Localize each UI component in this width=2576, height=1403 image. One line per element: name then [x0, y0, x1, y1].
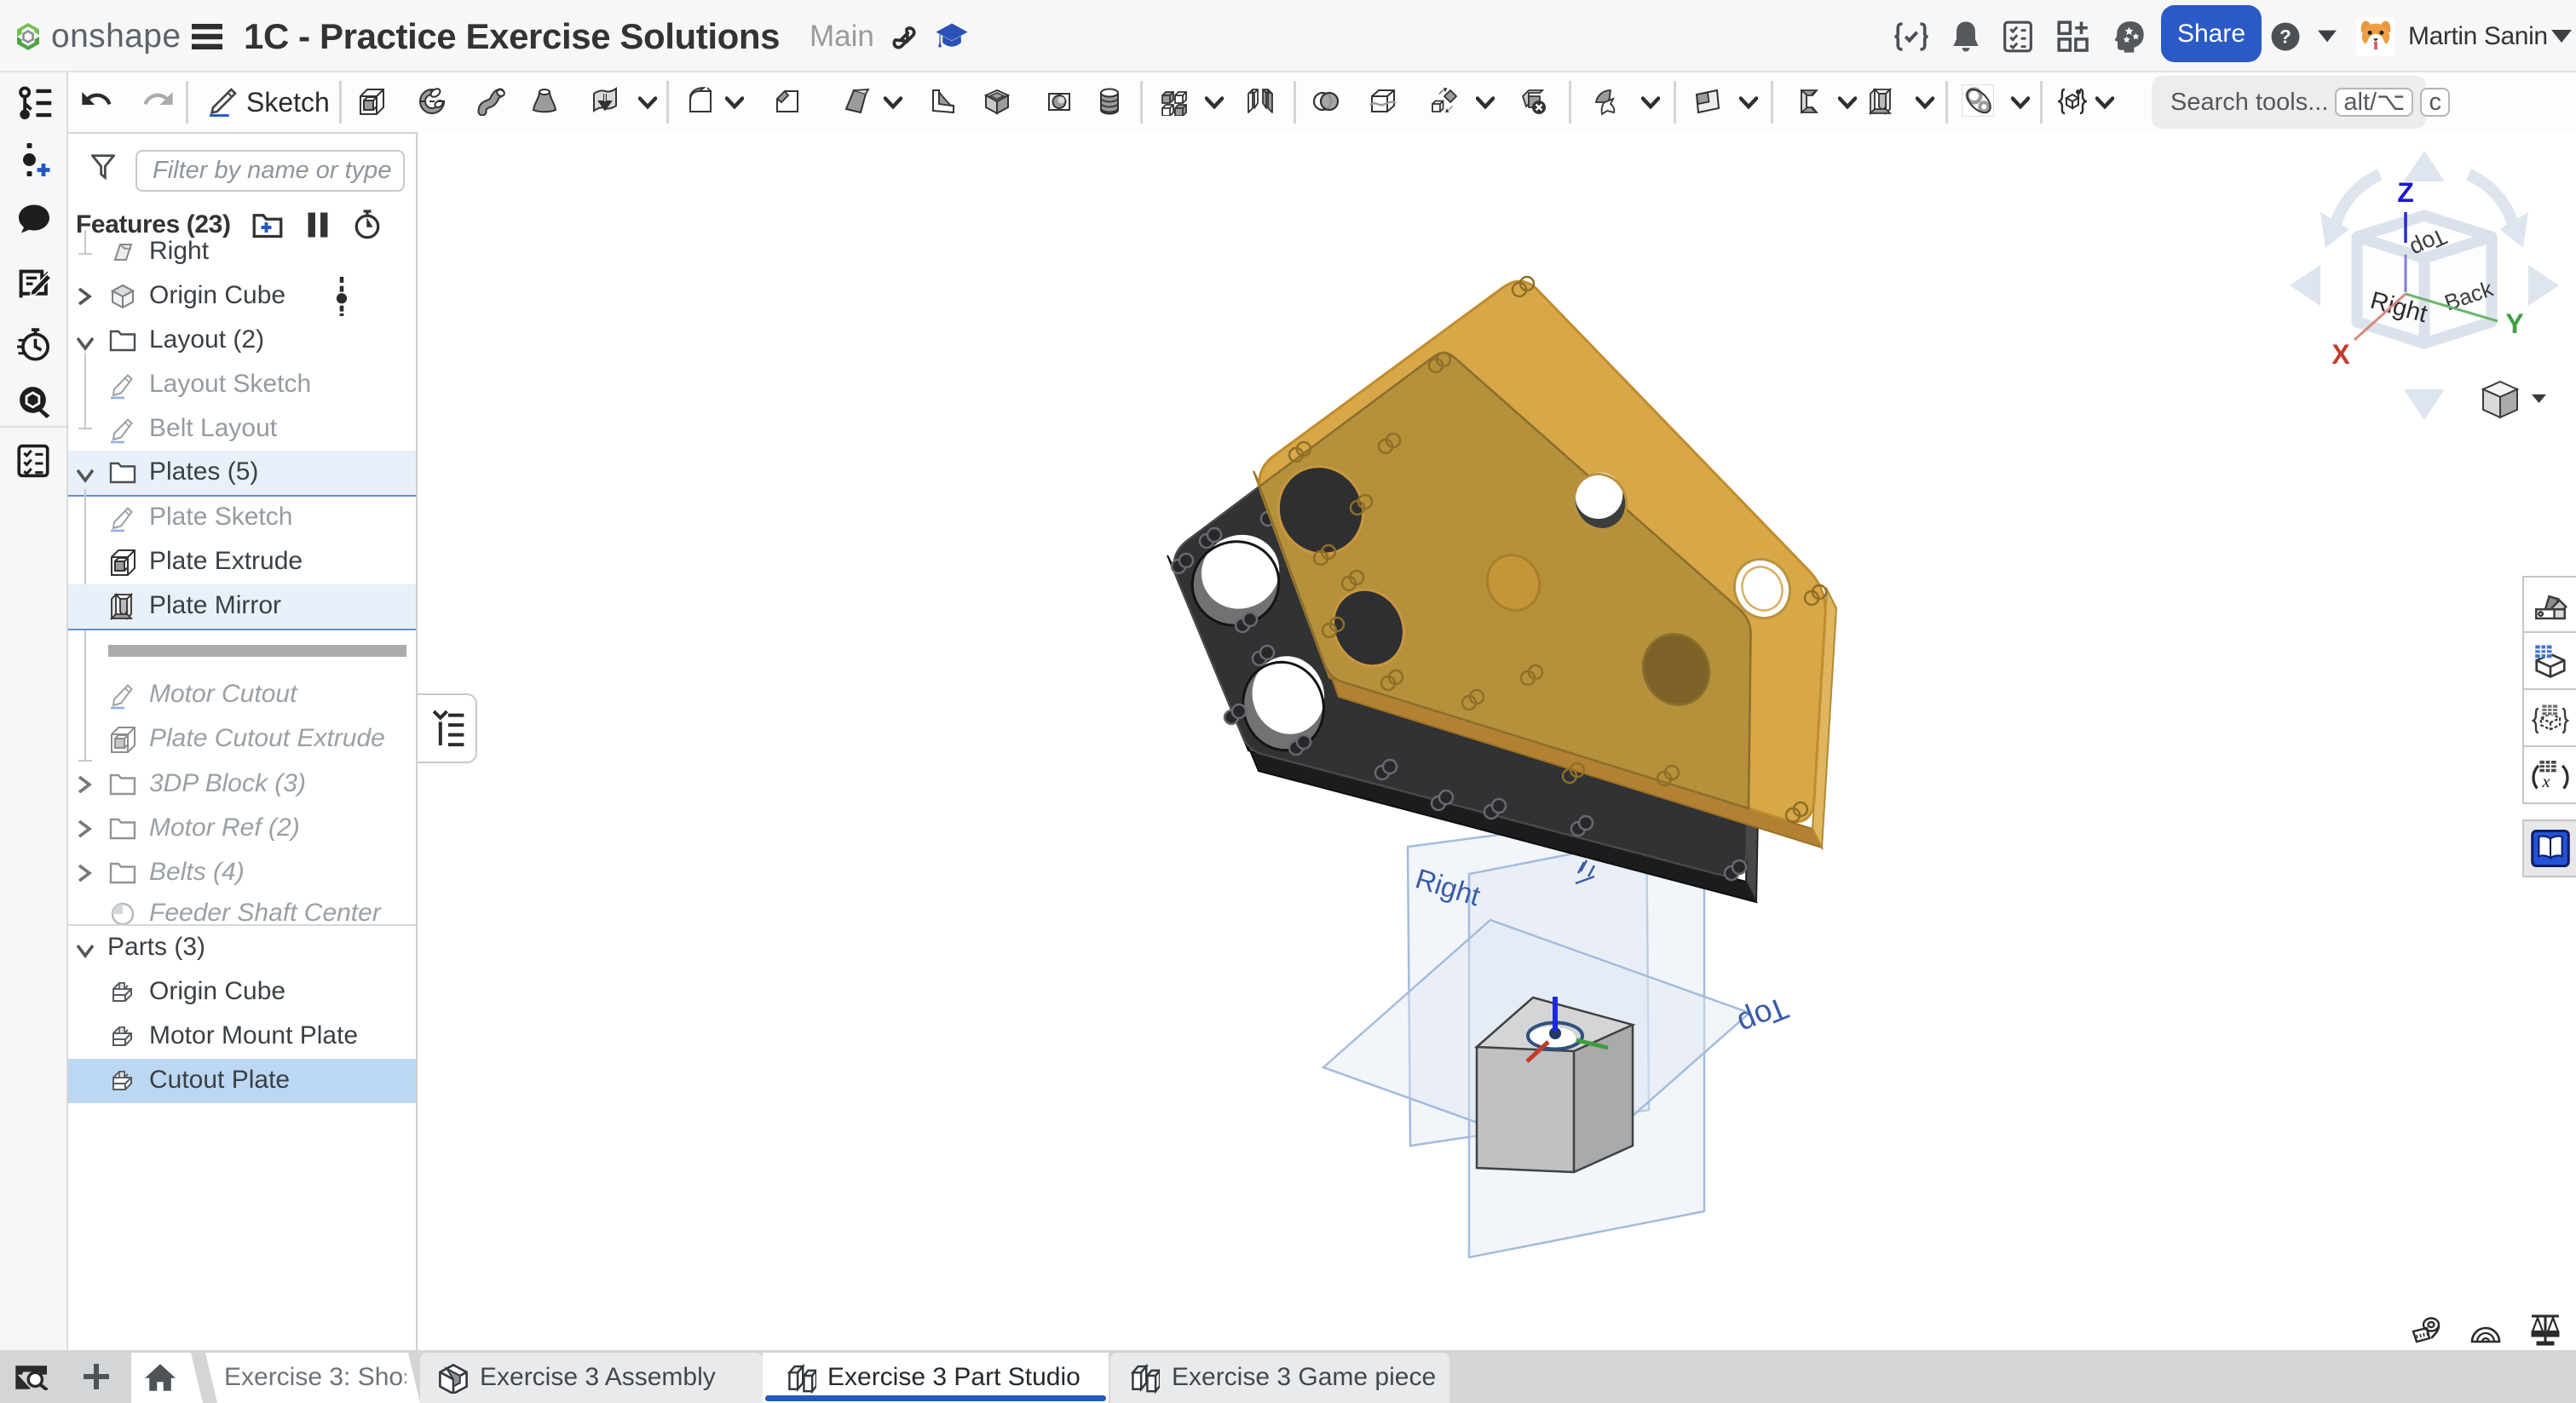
svg-text:Z: Z	[2397, 177, 2414, 208]
svg-text:x: x	[2541, 773, 2550, 791]
svg-text:Top: Top	[1733, 990, 1794, 1041]
svg-text:X: X	[2331, 339, 2350, 370]
svg-text:?: ?	[2279, 26, 2291, 47]
svg-text:Y: Y	[2505, 308, 2523, 339]
